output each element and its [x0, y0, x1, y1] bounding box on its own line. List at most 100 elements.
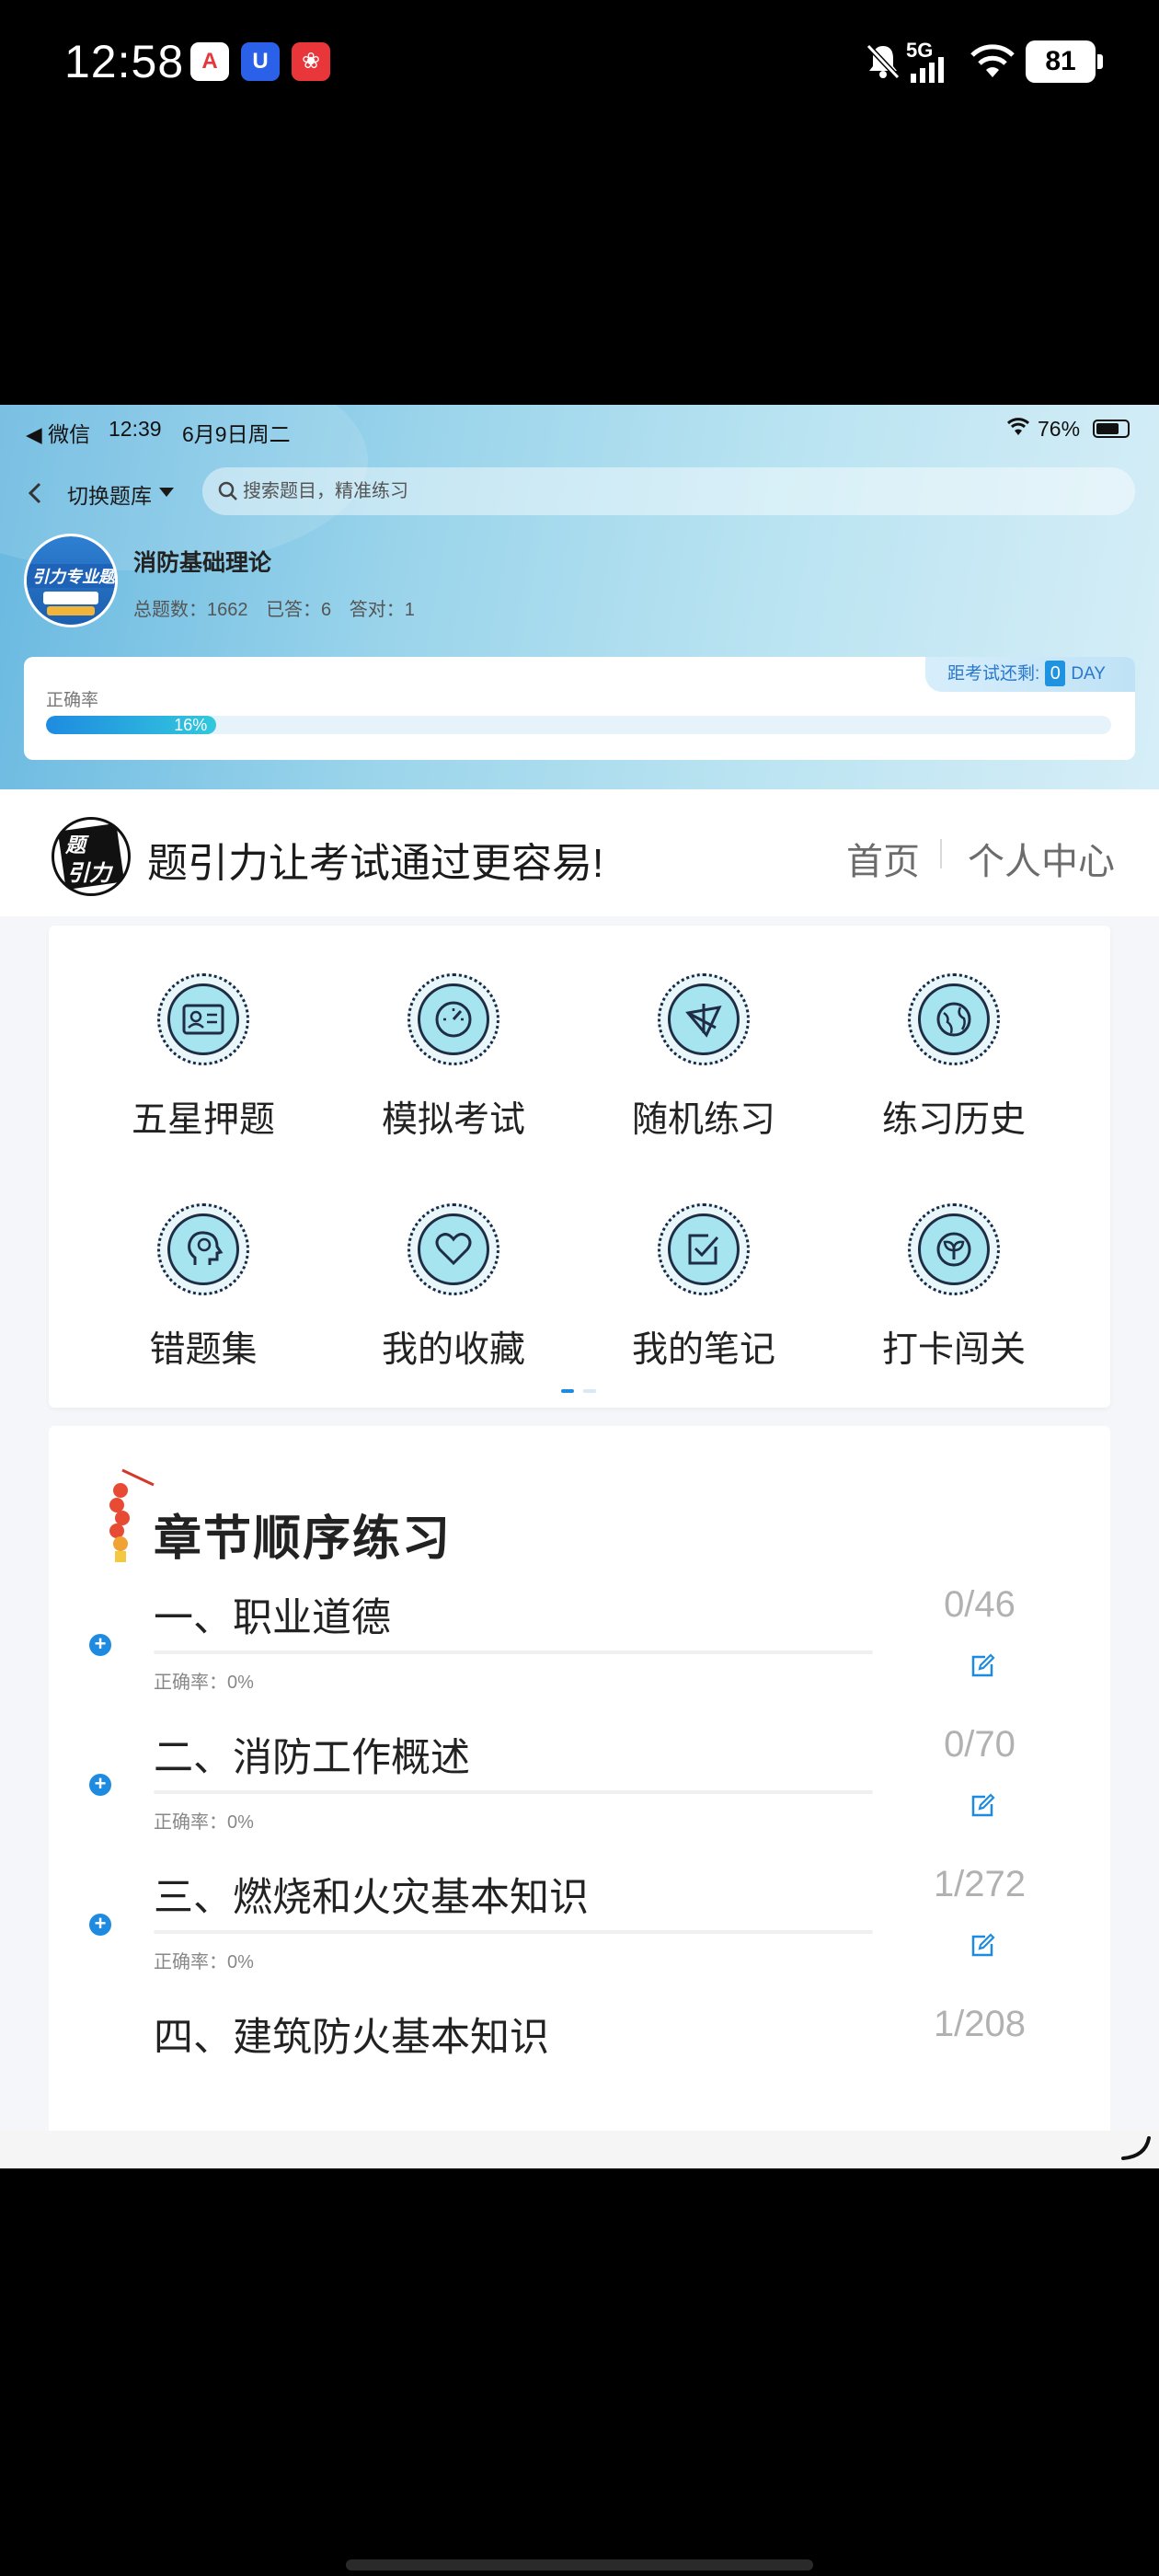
brand-logo-text: 引力: [67, 861, 111, 886]
countdown-label: 距考试还剩:: [947, 664, 1040, 684]
phone-screen: 12:58 A U ❀ 5G 81 ◀ 微信 12:39 6月9日周二 76% …: [0, 0, 1159, 2576]
back-to-wechat-link[interactable]: ◀ 微信: [26, 417, 90, 448]
battery-indicator: 81: [1026, 40, 1103, 83]
signal-icon: [911, 57, 944, 83]
expand-plus-icon[interactable]: +: [89, 1634, 111, 1656]
back-arrow-icon[interactable]: [24, 480, 48, 506]
function-label: 打卡闯关: [881, 1330, 1026, 1370]
check-note-icon: [688, 1234, 719, 1265]
gauge-icon: [435, 1001, 472, 1038]
edit-icon[interactable]: [969, 1792, 996, 1820]
brand-bar: 题 引力 题引力让考试通过更容易! 首页 个人中心: [0, 789, 1159, 916]
head-icon: [188, 1231, 224, 1265]
globe-icon: [936, 1002, 971, 1037]
correct-count: 答对：1: [349, 600, 415, 620]
edit-icon[interactable]: [969, 1652, 996, 1680]
top-bar: 切换题库: [0, 467, 1159, 519]
sprout-icon: [936, 1232, 971, 1267]
total-questions: 总题数：1662: [133, 600, 248, 620]
battery-icon: [1093, 420, 1130, 438]
nav-home-link[interactable]: 首页: [846, 832, 920, 885]
function-icon-circle: [658, 1203, 750, 1295]
home-indicator[interactable]: [346, 2559, 813, 2570]
app-notification-icon: U: [241, 42, 280, 81]
chapter-accuracy: 正确率：0%: [154, 1812, 254, 1833]
phone-clock: 12:58: [64, 36, 185, 87]
accuracy-progress-bar: 16%: [46, 716, 1111, 734]
chapter-row[interactable]: 四、建筑防火基本知识 1/208: [49, 1996, 1110, 2134]
chapter-row[interactable]: + 一、职业道德 正确率：0% 0/46: [49, 1577, 1110, 1715]
inner-battery-text: 76%: [1038, 417, 1081, 441]
subject-avatar[interactable]: 引力专业题: [24, 534, 118, 627]
phone-status-bar: 12:58 A U ❀ 5G 81: [0, 0, 1159, 129]
chapter-title[interactable]: 三、燃烧和火灾基本知识: [154, 1866, 589, 1923]
page-dot[interactable]: [583, 1389, 596, 1393]
function-practice-history[interactable]: 练习历史: [862, 973, 1046, 1148]
search-bar[interactable]: [202, 467, 1135, 515]
function-favorites[interactable]: 我的收藏: [361, 1203, 545, 1378]
function-label: 错题集: [149, 1330, 258, 1370]
chapter-accuracy: 正确率：0%: [154, 1952, 254, 1972]
nav-divider: [940, 839, 942, 868]
search-input[interactable]: [243, 467, 1071, 515]
wifi-icon: [1006, 418, 1030, 435]
switch-question-bank-button[interactable]: 切换题库: [67, 478, 152, 510]
function-notes[interactable]: 我的笔记: [612, 1203, 796, 1378]
function-mock-exam[interactable]: 模拟考试: [361, 973, 545, 1148]
function-label: 练习历史: [881, 1100, 1026, 1140]
function-icon-circle: [407, 973, 499, 1065]
accuracy-label: 正确率: [46, 691, 99, 710]
hero-header: ◀ 微信 12:39 6月9日周二 76% 切换题库 搜索题目，精准练习 引力专…: [0, 405, 1159, 789]
heart-icon: [435, 1233, 472, 1266]
bottom-strip: [0, 2131, 1159, 2168]
loading-spinner-icon: [1121, 2136, 1151, 2160]
chapter-title[interactable]: 一、职业道德: [154, 1586, 391, 1643]
shuffle-icon: [685, 1004, 722, 1038]
page-indicator: [561, 1389, 598, 1395]
function-five-star[interactable]: 五星押题: [111, 973, 295, 1148]
avatar-logo-bar: [43, 592, 98, 604]
chapter-divider: [154, 1930, 873, 1934]
edit-icon[interactable]: [969, 1932, 996, 1960]
accuracy-card: 距考试还剩: 0 DAY 正确率 16%: [24, 657, 1135, 760]
accuracy-percent: 16%: [174, 716, 208, 734]
app-notification-icon: A: [190, 42, 229, 81]
app-screen: ◀ 微信 12:39 6月9日周二 76% 切换题库 搜索题目，精准练习 引力专…: [0, 405, 1159, 2168]
page-dot-active[interactable]: [561, 1389, 574, 1393]
brand-slogan: 题引力让考试通过更容易!: [147, 841, 604, 886]
function-wrong-questions[interactable]: 错题集: [111, 1203, 295, 1378]
chapter-practice-card: 章节顺序练习 + 一、职业道德 正确率：0% 0/46 + 二、消防工作概述 正…: [49, 1426, 1110, 2168]
expand-plus-icon[interactable]: +: [89, 1914, 111, 1936]
function-icon-circle: [908, 1203, 1000, 1295]
chapter-progress-count: 1/272: [933, 1864, 1027, 1904]
search-icon: [218, 481, 237, 500]
app-notification-icon: ❀: [292, 42, 330, 81]
chapter-title[interactable]: 二、消防工作概述: [154, 1726, 470, 1783]
inner-status-bar: ◀ 微信 12:39 6月9日周二 76%: [0, 405, 1159, 451]
function-icon-circle: [407, 1203, 499, 1295]
exam-countdown-badge: 距考试还剩: 0 DAY: [925, 657, 1135, 692]
countdown-days: 0: [1045, 661, 1066, 686]
function-random-practice[interactable]: 随机练习: [612, 973, 796, 1148]
function-icon-circle: [157, 1203, 249, 1295]
id-card-icon: [182, 1004, 224, 1035]
function-icon-circle: [157, 973, 249, 1065]
chapter-row[interactable]: + 二、消防工作概述 正确率：0% 0/70: [49, 1717, 1110, 1855]
wifi-icon: [970, 44, 1015, 77]
function-icon-circle: [908, 973, 1000, 1065]
function-checkin[interactable]: 打卡闯关: [862, 1203, 1046, 1378]
chapter-row[interactable]: + 三、燃烧和火灾基本知识 正确率：0% 1/272: [49, 1857, 1110, 1995]
expand-plus-icon[interactable]: +: [89, 1774, 111, 1796]
chapter-progress-count: 1/208: [933, 2004, 1027, 2044]
subject-stats: 总题数：1662 已答：6 答对：1: [133, 594, 428, 621]
inner-clock: 12:39: [109, 417, 162, 441]
chapter-progress-count: 0/70: [944, 1724, 1016, 1765]
avatar-logo-bar: [47, 606, 95, 615]
function-label: 我的笔记: [631, 1330, 775, 1370]
nav-profile-link[interactable]: 个人中心: [968, 832, 1115, 885]
caret-down-icon[interactable]: [159, 488, 174, 497]
chapter-divider: [154, 1650, 873, 1654]
chapter-title[interactable]: 四、建筑防火基本知识: [154, 2006, 549, 2063]
accuracy-progress-fill: 16%: [46, 716, 217, 734]
function-grid: 五星押题 模拟考试 随机练习 练习历史 错题集 我的收藏 我的笔记 打卡闯关: [49, 926, 1110, 1408]
